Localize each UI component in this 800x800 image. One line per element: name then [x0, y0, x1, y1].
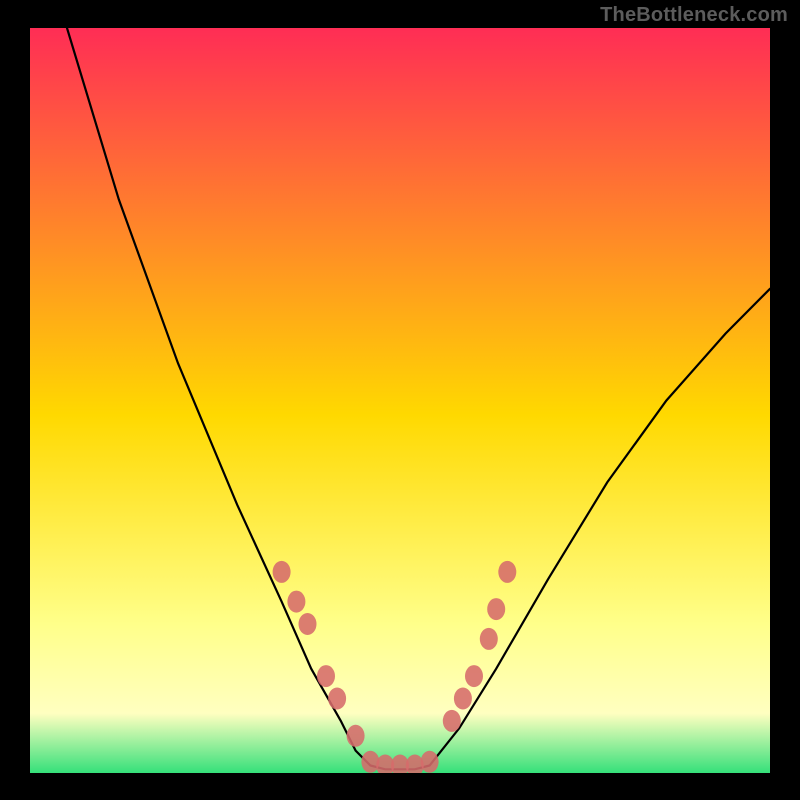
watermark-label: TheBottleneck.com — [600, 4, 788, 27]
scatter-dot — [487, 598, 505, 620]
scatter-dot — [421, 751, 439, 773]
scatter-dot — [454, 688, 472, 710]
chart-svg — [30, 28, 770, 773]
scatter-dot — [287, 591, 305, 613]
chart-frame: TheBottleneck.com — [0, 0, 800, 800]
scatter-dot — [443, 710, 461, 732]
scatter-dot — [361, 751, 379, 773]
gradient-bg — [30, 28, 770, 773]
scatter-dot — [273, 561, 291, 583]
scatter-dot — [317, 665, 335, 687]
scatter-dot — [465, 665, 483, 687]
scatter-dot — [347, 725, 365, 747]
scatter-dot — [299, 613, 317, 635]
scatter-dot — [498, 561, 516, 583]
plot-area — [30, 28, 770, 773]
scatter-dot — [328, 688, 346, 710]
scatter-dot — [480, 628, 498, 650]
